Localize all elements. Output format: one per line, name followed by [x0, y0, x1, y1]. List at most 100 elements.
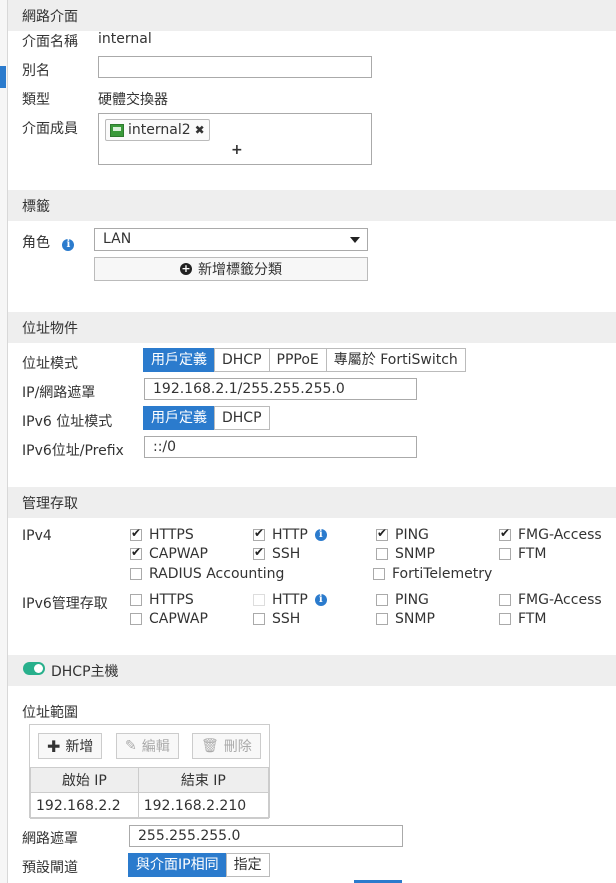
checkbox-unchecked[interactable] — [499, 548, 511, 560]
checkbox-unchecked[interactable] — [130, 568, 142, 580]
address-mode-selector: 用戶定義 DHCP PPPoE 專屬於 FortiSwitch — [143, 348, 466, 372]
checkbox-checked[interactable] — [499, 526, 511, 541]
dhcp-netmask-input[interactable]: 255.255.255.0 — [129, 825, 403, 847]
checkbox-label: PING — [395, 527, 429, 543]
checkbox-unchecked[interactable] — [253, 594, 265, 606]
table-row[interactable]: 192.168.2.2 192.168.2.210 — [30, 792, 270, 819]
trash-icon: 🗑 — [201, 738, 219, 754]
default-gateway-label: 預設閘道 — [22, 860, 78, 876]
checkbox-unchecked[interactable] — [130, 594, 142, 606]
checkbox-unchecked[interactable] — [253, 613, 265, 625]
alias-label: 別名 — [22, 63, 50, 79]
ipv4-http-checkbox[interactable]: HTTP i — [253, 526, 327, 543]
role-select-value: LAN — [103, 231, 132, 247]
address-mode-fortiswitch[interactable]: 專屬於 FortiSwitch — [325, 348, 466, 372]
ipv6-http-checkbox[interactable]: HTTP i — [253, 592, 327, 608]
role-label: 角色 i — [22, 232, 75, 252]
checkbox-label: SNMP — [395, 611, 435, 627]
ipv6-ssh-checkbox[interactable]: SSH — [253, 611, 300, 627]
role-label-text: 角色 — [22, 235, 50, 251]
checkbox-unchecked[interactable] — [499, 613, 511, 625]
section-title: 標籤 — [22, 199, 50, 215]
checkbox-label: CAPWAP — [149, 546, 208, 562]
ipv4-ssh-checkbox[interactable]: SSH — [253, 545, 300, 562]
checkbox-unchecked[interactable] — [376, 594, 388, 606]
section-title: 管理存取 — [22, 496, 78, 512]
address-mode-manual[interactable]: 用戶定義 — [143, 348, 215, 372]
ipv6-prefix-label: IPv6位址/Prefix — [22, 443, 124, 459]
ipv4-fmg-access-checkbox[interactable]: FMG-Access — [499, 526, 602, 543]
ipv4-ftm-checkbox[interactable]: FTM — [499, 546, 546, 562]
checkbox-checked[interactable] — [376, 526, 388, 541]
section-header-tags: 標籤 — [8, 190, 616, 221]
checkbox-unchecked[interactable] — [499, 594, 511, 606]
address-range-label: 位址範圍 — [22, 705, 78, 721]
interface-name-value: internal — [98, 31, 152, 47]
checkbox-checked[interactable] — [253, 545, 265, 560]
ipv4-https-checkbox[interactable]: HTTPS — [130, 526, 194, 543]
delete-range-button[interactable]: 🗑 刪除 — [192, 733, 261, 759]
new-range-label: 新增 — [65, 739, 94, 755]
checkbox-unchecked[interactable] — [376, 548, 388, 560]
alias-input[interactable] — [98, 56, 372, 78]
ipv4-ping-checkbox[interactable]: PING — [376, 526, 429, 543]
ipv6-prefix-input[interactable]: ::/0 — [144, 436, 417, 458]
ipv4-label: IPv4 — [22, 528, 52, 544]
checkbox-unchecked[interactable] — [376, 613, 388, 625]
ipv6-fmg-access-checkbox[interactable]: FMG-Access — [499, 592, 602, 608]
checkbox-unchecked[interactable] — [130, 613, 142, 625]
column-header-start-ip[interactable]: 啟始 IP — [30, 767, 139, 793]
ipv4-snmp-checkbox[interactable]: SNMP — [376, 546, 435, 562]
address-mode-pppoe[interactable]: PPPoE — [268, 348, 327, 372]
ipv6-ping-checkbox[interactable]: PING — [376, 592, 429, 608]
role-select[interactable]: LAN — [94, 228, 368, 251]
nav-active-marker — [0, 66, 6, 88]
info-icon[interactable]: i — [62, 239, 75, 251]
members-field[interactable]: internal2 ✖ + — [98, 113, 372, 165]
checkbox-label: SNMP — [395, 546, 435, 562]
add-tag-category-label: 新增標籤分類 — [198, 262, 282, 278]
ipv4-radius-accounting-checkbox[interactable]: RADIUS Accounting — [130, 566, 284, 582]
address-range-table-panel: ✚ 新增 ✎ 編輯 🗑 刪除 啟始 IP 結束 IP 192.168.2.2 1… — [29, 724, 270, 819]
remove-member-icon[interactable]: ✖ — [195, 123, 205, 137]
checkbox-checked[interactable] — [130, 526, 142, 541]
dhcp-server-toggle[interactable] — [23, 662, 45, 675]
ipv6-ftm-checkbox[interactable]: FTM — [499, 611, 546, 627]
address-mode-dhcp[interactable]: DHCP — [214, 348, 270, 372]
checkbox-unchecked[interactable] — [373, 568, 385, 580]
address-mode-label: 位址模式 — [22, 356, 78, 372]
ipv4-fortitelemetry-checkbox[interactable]: FortiTelemetry — [373, 566, 492, 582]
member-chip[interactable]: internal2 ✖ — [105, 119, 210, 141]
ipv6-capwap-checkbox[interactable]: CAPWAP — [130, 611, 208, 627]
ipv6-snmp-checkbox[interactable]: SNMP — [376, 611, 435, 627]
ipv6-mode-dhcp[interactable]: DHCP — [214, 406, 270, 430]
start-ip-cell: 192.168.2.2 — [30, 792, 139, 819]
info-icon[interactable]: i — [314, 529, 327, 541]
checkbox-label: FMG-Access — [518, 592, 602, 608]
plus-circle-icon: + — [180, 262, 192, 275]
ipv6-mode-manual[interactable]: 用戶定義 — [143, 406, 215, 430]
new-range-button[interactable]: ✚ 新增 — [38, 733, 103, 759]
ipv6-https-checkbox[interactable]: HTTPS — [130, 592, 194, 608]
gateway-same-as-interface[interactable]: 與介面IP相同 — [128, 853, 227, 877]
ip-netmask-input[interactable]: 192.168.2.1/255.255.255.0 — [144, 378, 417, 400]
gateway-specify[interactable]: 指定 — [225, 853, 270, 877]
checkbox-label: PING — [395, 592, 429, 608]
checkbox-checked[interactable] — [130, 545, 142, 560]
default-gateway-selector: 與介面IP相同 指定 — [128, 853, 270, 877]
info-icon[interactable]: i — [314, 594, 327, 606]
ipv4-capwap-checkbox[interactable]: CAPWAP — [130, 545, 208, 562]
column-header-end-ip[interactable]: 結束 IP — [137, 767, 270, 793]
ipv6-admin-label: IPv6管理存取 — [22, 596, 108, 612]
checkbox-label: FMG-Access — [518, 527, 602, 543]
add-member-button[interactable]: + — [231, 142, 243, 158]
edit-range-button[interactable]: ✎ 編輯 — [116, 733, 179, 759]
ipv6-mode-selector: 用戶定義 DHCP — [143, 406, 270, 430]
dhcp-netmask-label: 網路遮罩 — [22, 831, 78, 847]
checkbox-checked[interactable] — [253, 526, 265, 541]
delete-range-label: 刪除 — [223, 739, 252, 755]
checkbox-label: HTTP — [272, 592, 308, 608]
add-tag-category-button[interactable]: + 新增標籤分類 — [94, 257, 368, 281]
checkbox-label: SSH — [272, 611, 301, 627]
section-title: 網路介面 — [22, 9, 78, 25]
